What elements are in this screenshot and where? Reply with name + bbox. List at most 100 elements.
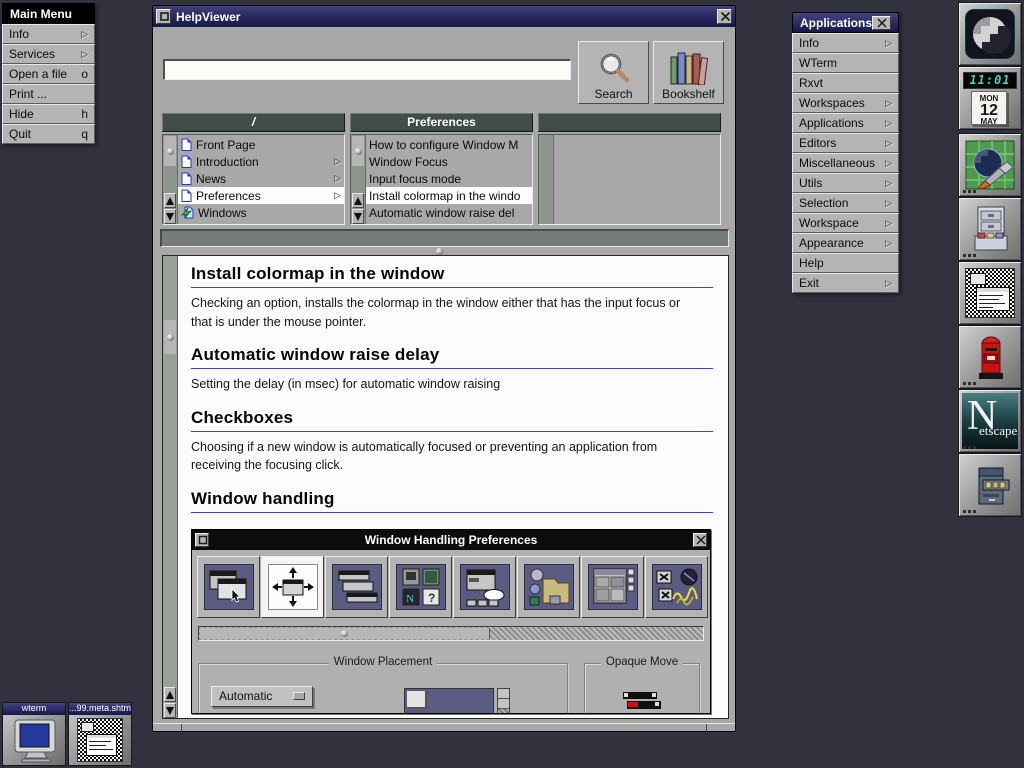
apps-menu-item-editors[interactable]: Editors▷ (792, 133, 899, 153)
item-label: Preferences (196, 189, 330, 203)
dock-tile-text-editor[interactable] (958, 261, 1022, 325)
link-bolt-icon (181, 206, 194, 219)
scrollbar-knob[interactable] (164, 320, 176, 354)
column-scrollbar[interactable] (539, 135, 554, 224)
apps-menu-item-exit[interactable]: Exit▷ (792, 273, 899, 293)
main-menu-item-info[interactable]: Info▷ (2, 24, 95, 44)
submenu-arrow-icon: ▷ (885, 274, 892, 292)
browser-item-automatic-raise[interactable]: Automatic window raise del (366, 204, 532, 221)
apps-menu-item-selection[interactable]: Selection▷ (792, 193, 899, 213)
column-list: Front Page Introduction ▷ News ▷ (162, 134, 345, 225)
bookshelf-button[interactable]: Bookshelf (653, 41, 724, 104)
scroll-down-button[interactable] (352, 209, 364, 224)
window-stacking-icon (332, 564, 382, 610)
browser-item-news[interactable]: News ▷ (178, 170, 344, 187)
dock-tile-netscape[interactable]: N etscape (958, 389, 1022, 453)
window-maker-logo-icon (962, 6, 1018, 62)
section-heading: Window handling (191, 489, 713, 513)
scroll-up-button[interactable] (164, 193, 176, 208)
toolbar-button-window-focus (197, 556, 260, 618)
apps-menu-item-utils[interactable]: Utils▷ (792, 173, 899, 193)
browser-item-preferences-selected[interactable]: Preferences ▷ (178, 187, 344, 204)
scroll-up-button[interactable] (352, 193, 364, 208)
placement-popup-value: Automatic (219, 689, 272, 703)
search-button[interactable]: Search (578, 41, 649, 104)
apps-menu-item-wterm[interactable]: WTerm (792, 53, 899, 73)
column-scrollbar[interactable] (351, 135, 366, 224)
window-resize-bar[interactable] (153, 723, 735, 731)
browser-item-how-to-configure[interactable]: How to configure Window M (366, 136, 532, 153)
netscape-icon: N etscape (962, 393, 1018, 449)
books-icon (669, 51, 709, 85)
search-input[interactable] (163, 59, 571, 80)
browser-item-window-focus[interactable]: Window Focus (366, 153, 532, 170)
main-menu-item-quit[interactable]: Quitq (2, 124, 95, 144)
scrollbar-knob[interactable] (352, 136, 364, 166)
main-menu-item-print[interactable]: Print ... (2, 84, 95, 104)
miniaturize-icon (157, 9, 170, 24)
main-menu-titlebar[interactable]: Main Menu (2, 3, 95, 24)
item-label: Install colormap in the windo (369, 189, 529, 203)
browser-item-introduction[interactable]: Introduction ▷ (178, 153, 344, 170)
apps-menu-item-info[interactable]: Info▷ (792, 33, 899, 53)
browser-horizontal-scroller[interactable] (160, 229, 729, 247)
menu-label: Open a file (9, 65, 81, 83)
miniwindow-label: wterm (3, 703, 65, 715)
running-dots (963, 382, 976, 385)
column-header (538, 113, 721, 132)
toolbar-button-workspace-panels (581, 556, 644, 618)
apps-menu-item-workspaces[interactable]: Workspaces▷ (792, 93, 899, 113)
desktop: Main Menu Info▷ Services▷ Open a fileo P… (0, 0, 1024, 768)
submenu-arrow-icon: ▷ (885, 214, 892, 232)
content-area: Install colormap in the window Checking … (162, 255, 729, 719)
column-scrollbar[interactable] (163, 135, 178, 224)
menu-label: Workspace (799, 214, 885, 232)
browser-item-install-colormap-selected[interactable]: Install colormap in the windo (366, 187, 532, 204)
miniaturize-button (195, 533, 209, 547)
apps-menu-item-workspace[interactable]: Workspace▷ (792, 213, 899, 233)
submenu-arrow-icon: ▷ (81, 25, 88, 43)
scroll-down-button[interactable] (164, 703, 176, 718)
miniwindow-wterm[interactable]: wterm (2, 702, 66, 766)
main-menu-item-hide[interactable]: Hideh (2, 104, 95, 124)
scrollbar-knob[interactable] (164, 136, 176, 166)
applications-menu-titlebar[interactable]: Applications (792, 12, 899, 33)
dock-tile-file-cabinet[interactable] (958, 197, 1022, 261)
miniaturize-button[interactable] (156, 9, 171, 24)
apps-menu-item-applications[interactable]: Applications▷ (792, 113, 899, 133)
draw-tool-icon (963, 138, 1017, 192)
dock-tile-clock-calendar[interactable]: 11:01 MON 12 MAY (958, 66, 1022, 130)
browser-item-windows[interactable]: Windows (178, 204, 344, 221)
menu-label: Info (9, 25, 81, 43)
content-scrollbar[interactable] (163, 256, 178, 718)
menu-label: Utils (799, 174, 885, 192)
close-button[interactable] (872, 16, 891, 30)
apps-menu-item-help[interactable]: Help (792, 253, 899, 273)
close-button[interactable] (717, 9, 732, 24)
apps-menu-item-miscellaneous[interactable]: Miscellaneous▷ (792, 153, 899, 173)
submenu-arrow-icon: ▷ (885, 174, 892, 192)
close-icon (875, 16, 889, 30)
apps-menu-item-rxvt[interactable]: Rxvt (792, 73, 899, 93)
main-menu-item-open-a-file[interactable]: Open a fileo (2, 64, 95, 84)
dock-tile-archive-cabinet[interactable] (958, 453, 1022, 517)
scroll-down-button[interactable] (164, 209, 176, 224)
calendar-month: MAY (972, 118, 1006, 126)
column-header: / (162, 113, 345, 132)
browser-item-front-page[interactable]: Front Page (178, 136, 344, 153)
scroll-up-button[interactable] (164, 687, 176, 702)
apps-menu-item-appearance[interactable]: Appearance▷ (792, 233, 899, 253)
help-section: Window handling (191, 489, 728, 513)
main-menu-item-services[interactable]: Services▷ (2, 44, 95, 64)
dock-tile-window-maker-logo[interactable] (958, 2, 1022, 66)
miniwindow-meta-shtml[interactable]: ...99.meta.shtml (68, 702, 132, 766)
dock-tile-draw-tool[interactable] (958, 133, 1022, 197)
help-section: Install colormap in the window Checking … (191, 264, 728, 331)
dock-tile-postbox-mail[interactable] (958, 325, 1022, 389)
embedded-toolbar: N? (197, 556, 708, 618)
menu-label: Appearance (799, 234, 885, 252)
netscape-wordmark: etscape (979, 423, 1017, 439)
helpviewer-titlebar[interactable]: HelpViewer (153, 6, 735, 27)
browser-item-input-focus-mode[interactable]: Input focus mode (366, 170, 532, 187)
search-button-label: Search (594, 87, 632, 101)
